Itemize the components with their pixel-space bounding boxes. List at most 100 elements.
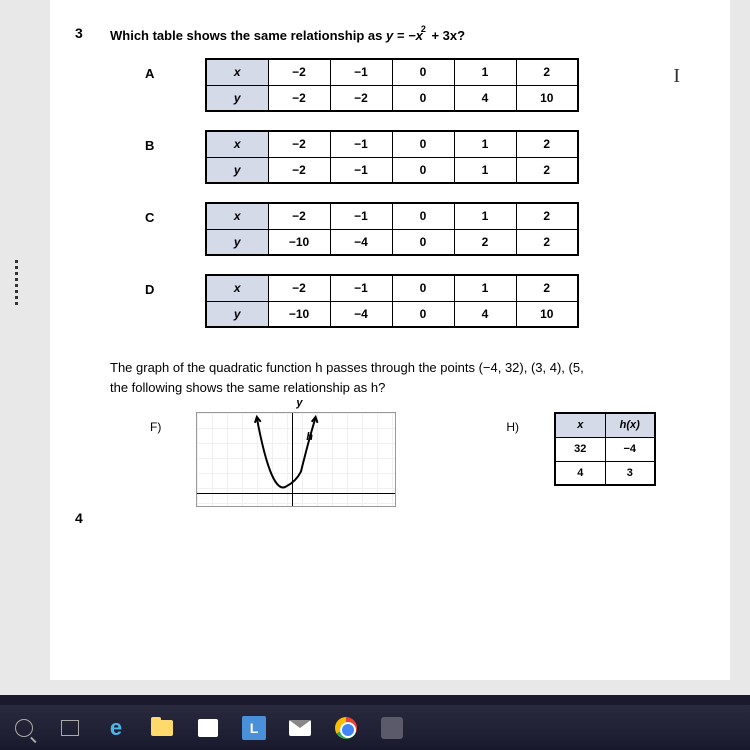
cell: 2 — [516, 59, 578, 85]
q4-text-line1: The graph of the quadratic function h pa… — [110, 358, 715, 378]
option-a-table: x −2 −1 0 1 2 y −2 −2 0 4 10 — [205, 58, 579, 112]
cell: −1 — [330, 203, 392, 229]
cell: −2 — [268, 203, 330, 229]
table-row: y −10 −4 0 4 10 — [206, 301, 578, 327]
option-h-label: H) — [506, 412, 519, 434]
q3-prefix: Which table shows the same relationship … — [110, 28, 386, 43]
text-cursor: I — [673, 65, 680, 88]
cell: −2 — [268, 275, 330, 301]
q4-text-line2: the following shows the same relationshi… — [110, 378, 715, 398]
option-c-label: C — [145, 202, 205, 225]
option-d-table: x −2 −1 0 1 2 y −10 −4 0 4 10 — [205, 274, 579, 328]
option-b-table: x −2 −1 0 1 2 y −2 −1 0 1 2 — [205, 130, 579, 184]
table-row: x h(x) — [555, 413, 655, 437]
cell: 10 — [516, 85, 578, 111]
cell: 2 — [516, 229, 578, 255]
cell: 4 — [555, 461, 605, 485]
cell: 2 — [516, 157, 578, 183]
row-header: x — [206, 59, 268, 85]
cell: −2 — [268, 157, 330, 183]
cell: 0 — [392, 157, 454, 183]
cell: 2 — [516, 275, 578, 301]
chrome-icon[interactable] — [332, 714, 360, 742]
cell: 0 — [392, 59, 454, 85]
parabola-curve — [197, 413, 395, 506]
table-row: 4 3 — [555, 461, 655, 485]
windows-taskbar[interactable]: e L — [0, 705, 750, 750]
cell: 0 — [392, 301, 454, 327]
table-row: x −2 −1 0 1 2 — [206, 131, 578, 157]
option-a-label: A — [145, 58, 205, 81]
cell: −2 — [268, 85, 330, 111]
page-content: I 3 Which table shows the same relations… — [50, 0, 730, 680]
cell: 3 — [605, 461, 655, 485]
game-icon[interactable] — [378, 714, 406, 742]
row-header: x — [206, 131, 268, 157]
cell: 1 — [454, 203, 516, 229]
col-header: h(x) — [605, 413, 655, 437]
cell: 2 — [454, 229, 516, 255]
cell: 4 — [454, 85, 516, 111]
row-header: x — [206, 275, 268, 301]
cell: −10 — [268, 229, 330, 255]
cell: −2 — [268, 131, 330, 157]
option-c-table: x −2 −1 0 1 2 y −10 −4 0 2 2 — [205, 202, 579, 256]
mail-icon[interactable] — [286, 714, 314, 742]
q4-options: F) y h — [150, 412, 715, 507]
q3-exponent: 2 — [421, 24, 426, 34]
cell: 0 — [392, 85, 454, 111]
search-icon[interactable] — [10, 714, 38, 742]
row-header: y — [206, 85, 268, 111]
cell: 1 — [454, 131, 516, 157]
q3-equation: y = −x — [386, 28, 423, 43]
option-b-label: B — [145, 130, 205, 153]
cell: −1 — [330, 275, 392, 301]
q3-text: Which table shows the same relationship … — [110, 28, 715, 43]
cell: 2 — [516, 131, 578, 157]
cell: −4 — [330, 301, 392, 327]
table-row: y −2 −2 0 4 10 — [206, 85, 578, 111]
option-a-row[interactable]: A x −2 −1 0 1 2 y −2 −2 0 4 10 — [145, 58, 715, 112]
table-row: x −2 −1 0 1 2 — [206, 203, 578, 229]
edge-icon[interactable]: e — [102, 714, 130, 742]
option-f[interactable]: F) y h — [150, 412, 396, 507]
cell: 1 — [454, 275, 516, 301]
y-axis-label: y — [296, 397, 302, 409]
cell: 32 — [555, 437, 605, 461]
table-row: y −10 −4 0 2 2 — [206, 229, 578, 255]
option-h-table: x h(x) 32 −4 4 3 — [554, 412, 656, 486]
cell: −2 — [330, 85, 392, 111]
option-d-label: D — [145, 274, 205, 297]
cell: 0 — [392, 131, 454, 157]
option-b-row[interactable]: B x −2 −1 0 1 2 y −2 −1 0 1 2 — [145, 130, 715, 184]
q3-suffix: + 3x? — [428, 28, 465, 43]
option-f-label: F) — [150, 412, 161, 434]
cell: −4 — [330, 229, 392, 255]
col-header: x — [555, 413, 605, 437]
q4-number: 4 — [75, 510, 83, 526]
row-header: x — [206, 203, 268, 229]
q4-section: 4 The graph of the quadratic function h … — [65, 358, 715, 507]
cell: 10 — [516, 301, 578, 327]
cell: 2 — [516, 203, 578, 229]
cell: 0 — [392, 203, 454, 229]
cell: 4 — [454, 301, 516, 327]
store-icon[interactable] — [194, 714, 222, 742]
option-d-row[interactable]: D x −2 −1 0 1 2 y −10 −4 0 4 10 — [145, 274, 715, 328]
cell: −2 — [268, 59, 330, 85]
document-screen: I 3 Which table shows the same relations… — [0, 0, 750, 695]
row-header: y — [206, 229, 268, 255]
cell: −1 — [330, 131, 392, 157]
cell: −10 — [268, 301, 330, 327]
app-l-icon[interactable]: L — [240, 714, 268, 742]
binder-marks — [15, 260, 35, 308]
table-row: x −2 −1 0 1 2 — [206, 59, 578, 85]
cell: 1 — [454, 59, 516, 85]
option-h[interactable]: H) x h(x) 32 −4 4 3 — [506, 412, 656, 507]
graph-f: h — [196, 412, 396, 507]
task-view-icon[interactable] — [56, 714, 84, 742]
cell: −4 — [605, 437, 655, 461]
cell: 1 — [454, 157, 516, 183]
option-c-row[interactable]: C x −2 −1 0 1 2 y −10 −4 0 2 2 — [145, 202, 715, 256]
file-explorer-icon[interactable] — [148, 714, 176, 742]
